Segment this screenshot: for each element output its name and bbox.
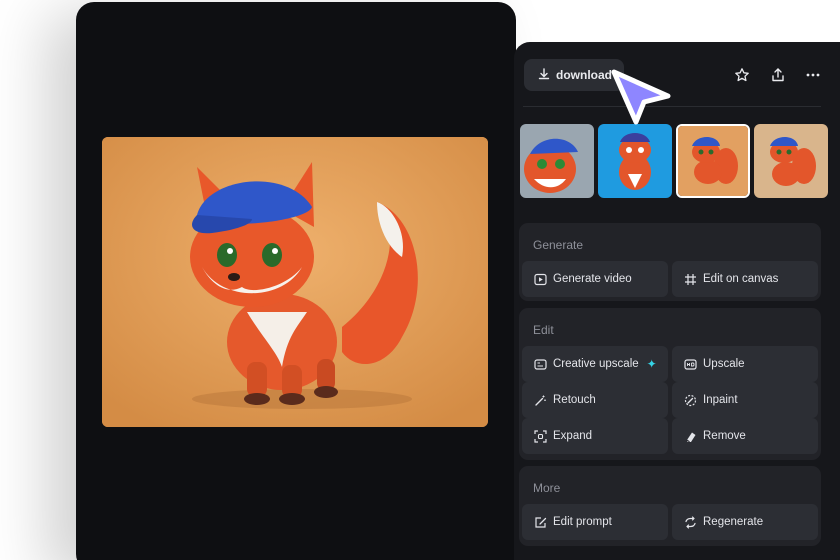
main-image-fox[interactable]: [102, 137, 488, 427]
edit-prompt-icon: [534, 516, 547, 529]
edit-prompt-button[interactable]: Edit prompt: [522, 504, 668, 540]
edit-on-canvas-button[interactable]: Edit on canvas: [672, 261, 818, 297]
thumbnail-2[interactable]: [598, 124, 672, 198]
download-icon: [538, 67, 550, 83]
thumbnail-1[interactable]: [520, 124, 594, 198]
eraser-icon: [684, 430, 697, 443]
retouch-label: Retouch: [553, 394, 596, 406]
section-title-edit: Edit: [533, 323, 554, 337]
thumbnail-strip: [520, 124, 830, 200]
generate-video-label: Generate video: [553, 273, 632, 285]
remove-label: Remove: [703, 430, 746, 442]
stage: download Generate Generate video Edit on…: [0, 0, 840, 560]
hd-icon: [684, 358, 697, 371]
thumbnail-3-selected[interactable]: [676, 124, 750, 198]
download-label: download: [556, 68, 612, 82]
section-title-more: More: [533, 481, 561, 495]
creative-upscale-label: Creative upscale: [553, 358, 639, 370]
regenerate-button[interactable]: Regenerate: [672, 504, 818, 540]
expand-icon: [534, 429, 547, 443]
inpaint-button[interactable]: Inpaint: [672, 382, 818, 418]
upscale-label: Upscale: [703, 358, 745, 370]
remove-button[interactable]: Remove: [672, 418, 818, 454]
image-viewer: [76, 2, 516, 560]
star-icon[interactable]: [732, 65, 752, 85]
edit-on-canvas-label: Edit on canvas: [703, 273, 779, 285]
regenerate-icon: [684, 515, 697, 529]
cursor-pointer-icon: [606, 62, 676, 126]
more-icon[interactable]: [803, 65, 823, 85]
video-icon: [534, 273, 547, 286]
edit-prompt-label: Edit prompt: [553, 516, 612, 528]
fox-illustration: [102, 137, 488, 427]
magic-wand-icon: [534, 394, 547, 407]
generate-video-button[interactable]: Generate video: [522, 261, 668, 297]
regenerate-label: Regenerate: [703, 516, 764, 528]
expand-label: Expand: [553, 430, 593, 442]
section-edit: Edit Creative upscale ✦ Upscale Retouch …: [519, 308, 821, 460]
section-generate: Generate Generate video Edit on canvas: [519, 223, 821, 301]
section-title-generate: Generate: [533, 238, 584, 252]
section-more: More Edit prompt Regenerate: [519, 466, 821, 546]
canvas-icon: [684, 273, 697, 286]
upscale-button[interactable]: Upscale: [672, 346, 818, 382]
retouch-button[interactable]: Retouch: [522, 382, 668, 418]
creative-upscale-button[interactable]: Creative upscale ✦: [522, 346, 668, 382]
action-panel: download Generate Generate video Edit on…: [514, 42, 840, 560]
sparkle-icon: ✦: [646, 357, 657, 371]
inpaint-icon: [684, 394, 697, 407]
expand-button[interactable]: Expand: [522, 418, 668, 454]
creative-upscale-icon: [534, 358, 547, 371]
inpaint-label: Inpaint: [703, 394, 738, 406]
share-icon[interactable]: [768, 65, 788, 85]
thumbnail-4[interactable]: [754, 124, 828, 198]
